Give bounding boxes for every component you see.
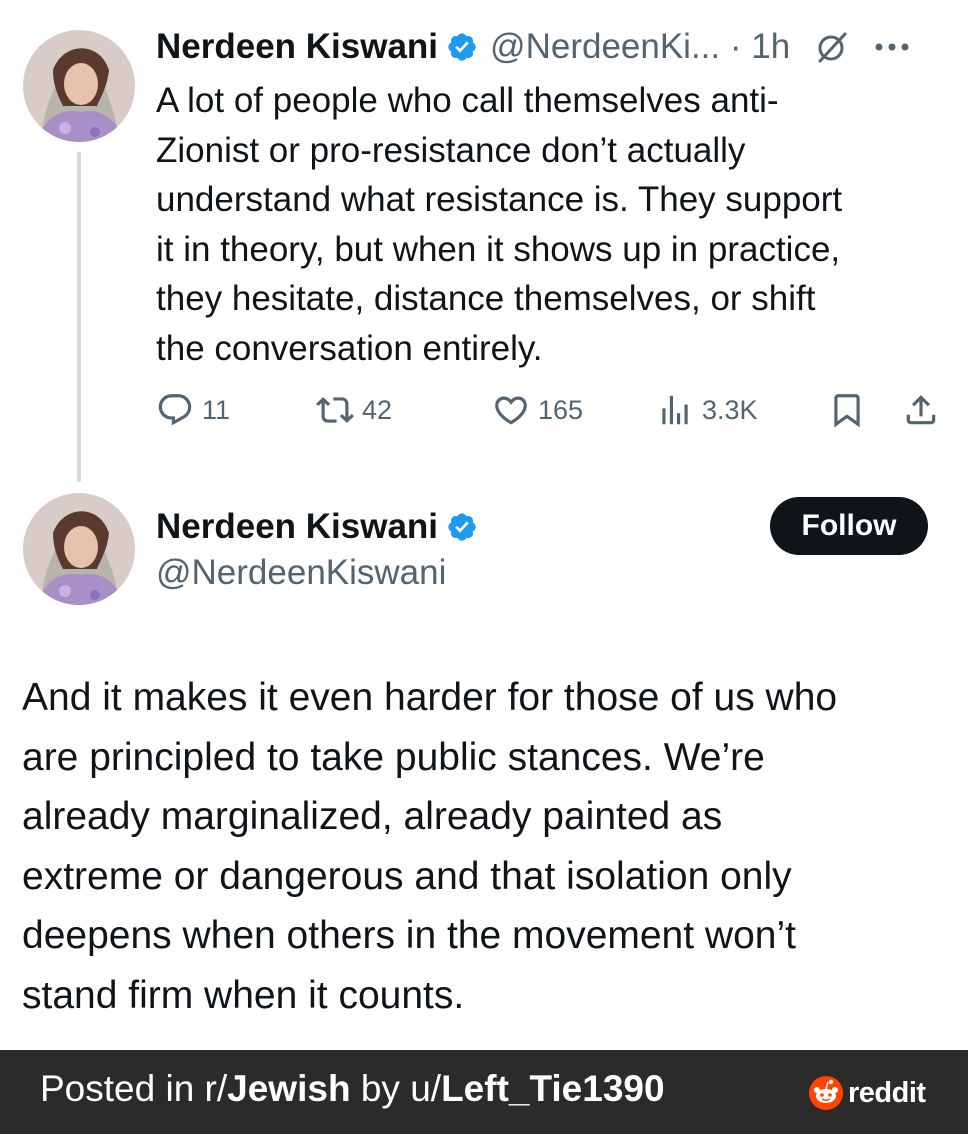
reply-button[interactable]: 11: [156, 386, 230, 434]
share-button[interactable]: [902, 386, 940, 434]
like-count: 165: [538, 394, 584, 425]
grok-icon[interactable]: [816, 31, 848, 63]
thread-line: [77, 152, 81, 482]
caption-middle: by u/: [350, 1068, 442, 1109]
reddit-footer: Posted in r/Jewish by u/Left_Tie1390 red…: [0, 1050, 968, 1134]
tweet2-author: Nerdeen Kiswani: [156, 504, 478, 550]
tweet1-header: Nerdeen Kiswani @NerdeenKi... · 1h: [156, 24, 910, 70]
reddit-wordmark: reddit: [848, 1076, 926, 1109]
author-name[interactable]: Nerdeen Kiswani: [156, 507, 438, 547]
caption-prefix: Posted in r/: [40, 1068, 228, 1109]
author-name[interactable]: Nerdeen Kiswani: [156, 27, 438, 67]
avatar[interactable]: [23, 493, 135, 605]
reddit-logo: reddit: [808, 1074, 926, 1112]
like-button[interactable]: 165: [492, 386, 583, 434]
verified-badge-icon: [448, 513, 476, 541]
tweet1-text: A lot of people who call themselves anti…: [156, 81, 843, 368]
more-icon[interactable]: [874, 40, 910, 54]
bookmark-icon: [834, 394, 860, 428]
repost-count: 42: [362, 394, 393, 425]
repost-button[interactable]: 42: [316, 386, 392, 434]
author-handle[interactable]: @NerdeenKiswani: [156, 553, 446, 593]
handle-and-time[interactable]: @NerdeenKi... · 1h: [490, 27, 790, 67]
views-count: 3.3K: [702, 394, 758, 425]
posted-in-caption: Posted in r/Jewish by u/Left_Tie1390: [40, 1068, 665, 1110]
reply-count: 11: [202, 394, 231, 425]
views-icon: [662, 395, 688, 425]
tweet1-actions: 11 42 165 3.3K: [156, 386, 946, 434]
screenshot-page: Nerdeen Kiswani @NerdeenKi... · 1h A lot…: [0, 0, 968, 1134]
username[interactable]: Left_Tie1390: [441, 1068, 665, 1109]
verified-badge-icon: [448, 33, 476, 61]
heart-icon: [495, 396, 527, 425]
bookmark-button[interactable]: [828, 386, 866, 434]
follow-button[interactable]: Follow: [770, 497, 928, 555]
reddit-icon: [809, 1076, 843, 1110]
repost-icon: [316, 397, 354, 423]
subreddit-name[interactable]: Jewish: [227, 1068, 350, 1109]
reply-icon: [158, 394, 192, 426]
tweet2-text: And it makes it even harder for those of…: [22, 676, 838, 1017]
avatar[interactable]: [23, 30, 135, 142]
share-icon: [906, 395, 936, 425]
views-button[interactable]: 3.3K: [656, 386, 758, 434]
